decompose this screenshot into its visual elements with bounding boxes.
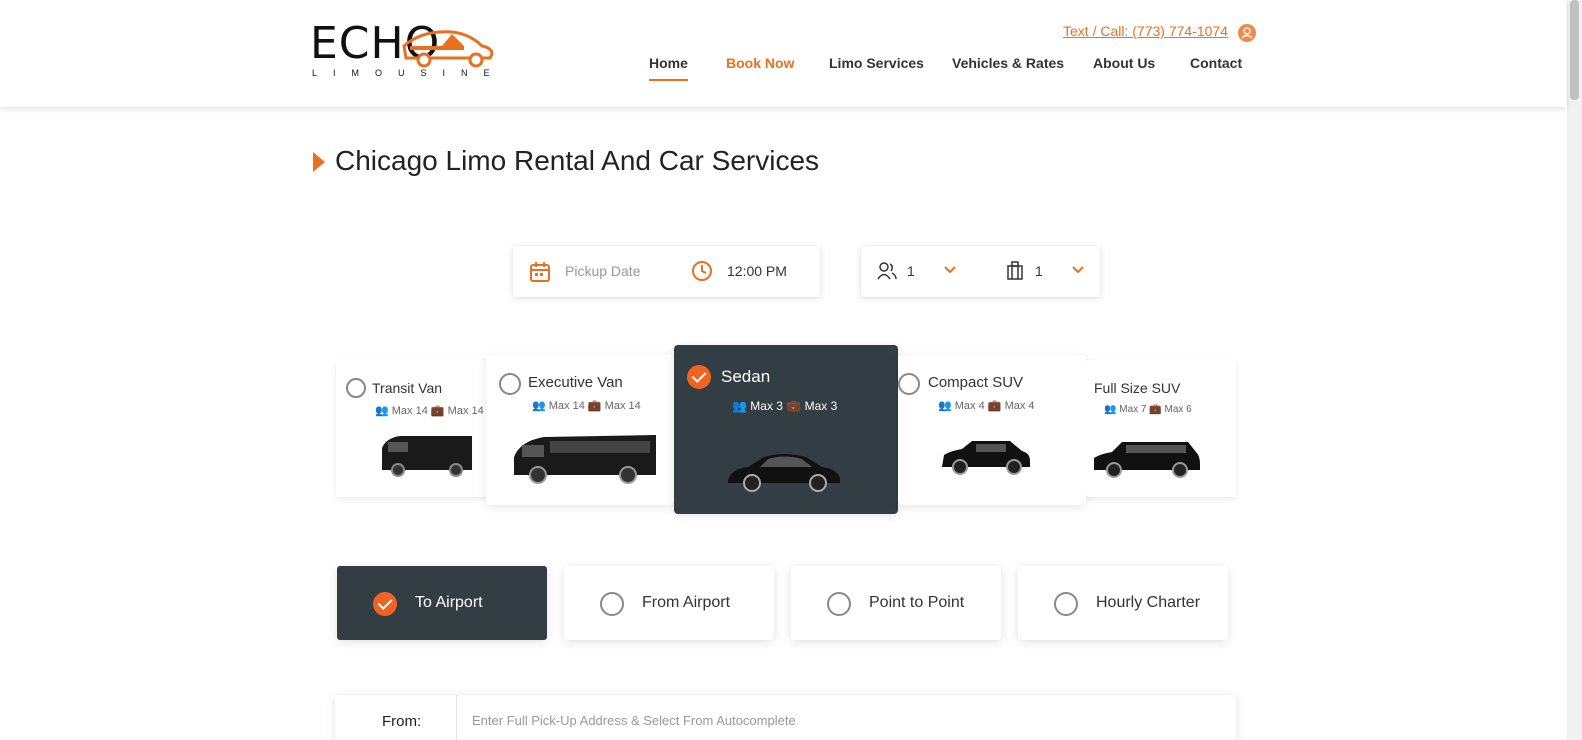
passengers-icon: 👥 — [1104, 404, 1117, 415]
max-passengers: Max 7 — [1119, 404, 1147, 415]
luggage-icon: 💼 — [430, 405, 445, 417]
checkmark-icon[interactable] — [687, 365, 711, 389]
passengers-icon: 👥 — [375, 405, 389, 417]
vehicle-card-executive-van[interactable]: Executive Van 👥 Max 14 💼 Max 14 — [486, 355, 674, 505]
passengers-icon: 👥 — [732, 399, 747, 413]
radio-button[interactable] — [898, 373, 920, 395]
divider — [456, 695, 457, 740]
clock-icon — [692, 261, 712, 281]
car-logo-icon — [402, 30, 494, 68]
max-passengers: Max 14 — [548, 400, 585, 412]
checkmark-icon[interactable] — [373, 592, 397, 616]
nav-limo-services[interactable]: Limo Services — [829, 55, 924, 71]
trip-type-label: To Airport — [415, 594, 483, 611]
page-title: Chicago Limo Rental And Car Services — [335, 145, 820, 176]
vehicle-name: Executive Van — [528, 374, 623, 391]
nav-vehicles-rates[interactable]: Vehicles & Rates — [952, 55, 1064, 71]
max-luggage: Max 4 — [1004, 400, 1035, 412]
vehicle-name: Sedan — [721, 367, 771, 386]
vehicle-card-sedan[interactable]: Sedan 👥 Max 3 💼 Max 3 — [674, 345, 898, 514]
scrollbar-track[interactable] — [1567, 0, 1582, 740]
logo-subtitle: LIMOUSINE — [312, 68, 506, 78]
site-header: ECHO LIMOUSINE Text / Call: (773) 774-10… — [0, 0, 1566, 107]
trip-type-from-airport[interactable]: From Airport — [564, 566, 774, 640]
vehicle-capacity: 👥 Max 14 💼 Max 14 — [532, 399, 641, 412]
vehicle-name: Transit Van — [372, 380, 443, 396]
trip-type-point-to-point[interactable]: Point to Point — [791, 566, 1001, 640]
chevron-down-icon[interactable] — [1072, 266, 1084, 274]
passengers-icon — [877, 262, 897, 280]
trip-type-hourly-charter[interactable]: Hourly Charter — [1018, 566, 1228, 640]
nav-contact[interactable]: Contact — [1190, 55, 1242, 71]
radio-button[interactable] — [1054, 592, 1078, 616]
vehicle-card-transit-van[interactable]: Transit Van 👥 Max 14 💼 Max 14 — [336, 360, 486, 497]
executive-van-image — [514, 435, 656, 484]
vehicle-capacity: 👥 Max 14 💼 Max 14 — [375, 404, 484, 417]
sedan-image — [728, 454, 840, 492]
pickup-date-input[interactable]: Pickup Date — [565, 263, 640, 279]
from-address-input[interactable] — [472, 707, 1212, 733]
luggage-icon — [1007, 261, 1023, 280]
max-passengers: Max 14 — [391, 405, 428, 417]
pickup-time-input[interactable]: 12:00 PM — [727, 263, 787, 279]
trip-type-to-airport[interactable]: To Airport — [337, 566, 547, 640]
title-arrow-icon — [313, 152, 325, 172]
nav-book-now[interactable]: Book Now — [726, 55, 794, 71]
full-size-suv-image — [1094, 442, 1200, 478]
luggage-value[interactable]: 1 — [1035, 263, 1043, 279]
trip-type-label: Point to Point — [869, 594, 965, 611]
from-label: From: — [382, 713, 422, 730]
vehicle-card-full-size-suv[interactable]: Full Size SUV 👥 Max 7 💼 Max 6 — [1086, 360, 1236, 497]
trip-type-label: Hourly Charter — [1096, 594, 1201, 611]
luggage-icon: 💼 — [786, 399, 802, 413]
calendar-icon — [530, 262, 550, 282]
luggage-icon: 💼 — [1149, 404, 1162, 415]
max-luggage: Max 14 — [604, 400, 641, 412]
vehicle-capacity: 👥 Max 4 💼 Max 4 — [938, 399, 1035, 412]
vehicle-capacity: 👥 Max 3 💼 Max 3 — [732, 399, 837, 413]
user-icon[interactable] — [1238, 24, 1256, 42]
luggage-icon: 💼 — [587, 400, 602, 412]
nav-about-us[interactable]: About Us — [1093, 55, 1155, 71]
vehicle-name: Compact SUV — [928, 374, 1024, 391]
radio-button[interactable] — [827, 592, 851, 616]
max-luggage: Max 14 — [447, 405, 484, 417]
passengers-icon: 👥 — [938, 400, 952, 412]
max-passengers: Max 4 — [954, 400, 985, 412]
nav-home[interactable]: Home — [649, 55, 688, 81]
transit-van-image — [382, 436, 472, 477]
vehicle-card-compact-suv[interactable]: Compact SUV 👥 Max 4 💼 Max 4 — [898, 355, 1086, 505]
max-luggage: Max 3 — [804, 399, 838, 413]
max-luggage: Max 6 — [1164, 404, 1192, 415]
radio-button[interactable] — [499, 373, 521, 395]
passengers-value[interactable]: 1 — [907, 263, 915, 279]
date-time-box: Pickup Date 12:00 PM — [513, 246, 820, 297]
luggage-icon: 💼 — [987, 400, 1002, 412]
phone-link[interactable]: Text / Call: (773) 774-1074 — [1063, 23, 1228, 39]
logo[interactable]: ECHO LIMOUSINE — [310, 18, 494, 82]
passengers-luggage-box: 1 1 — [861, 246, 1100, 297]
chevron-down-icon[interactable] — [944, 266, 956, 274]
vehicle-name: Full Size SUV — [1094, 380, 1181, 396]
radio-button[interactable] — [346, 378, 366, 398]
compact-suv-image — [942, 441, 1030, 475]
trip-type-label: From Airport — [642, 594, 731, 611]
max-passengers: Max 3 — [750, 399, 783, 413]
from-address-row: From: — [335, 695, 1236, 740]
radio-button[interactable] — [600, 592, 624, 616]
vehicle-capacity: 👥 Max 7 💼 Max 6 — [1104, 404, 1192, 415]
passengers-icon: 👥 — [532, 400, 546, 412]
scrollbar-thumb[interactable] — [1570, 0, 1579, 100]
